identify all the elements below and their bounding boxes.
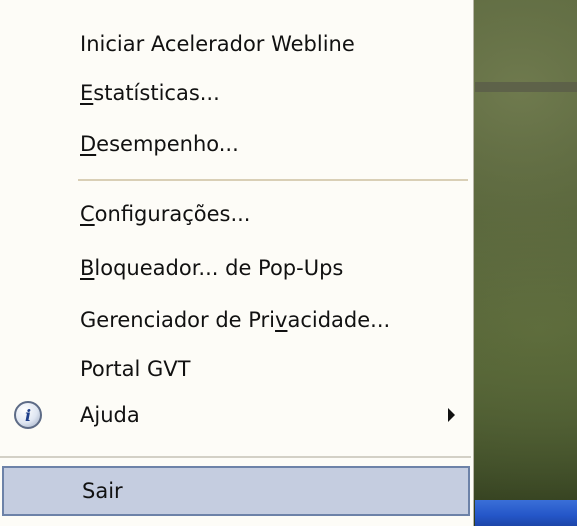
menu-item-portal-gvt[interactable]: Portal GVT xyxy=(0,343,471,395)
menu-item-label: Gerenciador de Privacidade... xyxy=(80,308,391,332)
menu-item-estatisticas[interactable]: Estatísticas... xyxy=(0,67,471,119)
submenu-arrow-icon xyxy=(448,408,455,422)
menu-separator xyxy=(78,179,468,181)
menu-item-label: Iniciar Acelerador Webline xyxy=(80,32,355,56)
menu-item-bloqueador-popups[interactable]: Bloqueador... de Pop-Ups xyxy=(0,242,471,294)
menu-separator xyxy=(0,456,471,458)
menu-item-ajuda[interactable]: i Ajuda xyxy=(0,389,471,441)
taskbar xyxy=(475,500,577,526)
context-menu: Iniciar Acelerador Webline Estatísticas.… xyxy=(0,0,474,526)
wallpaper-detail xyxy=(475,82,577,92)
menu-item-gerenciador-privacidade[interactable]: Gerenciador de Privacidade... xyxy=(0,294,471,346)
menu-item-iniciar-acelerador[interactable]: Iniciar Acelerador Webline xyxy=(0,18,471,70)
menu-item-label: Ajuda xyxy=(80,403,140,427)
menu-item-label: Desempenho... xyxy=(80,132,239,156)
menu-item-label: Portal GVT xyxy=(80,357,191,381)
menu-item-desempenho[interactable]: Desempenho... xyxy=(0,118,471,170)
menu-item-label: Bloqueador... de Pop-Ups xyxy=(80,256,344,280)
menu-item-label: Estatísticas... xyxy=(80,81,220,105)
info-icon: i xyxy=(14,401,42,429)
menu-item-sair[interactable]: Sair xyxy=(2,466,470,516)
menu-item-label: Configurações... xyxy=(80,202,251,226)
menu-item-label: Sair xyxy=(82,479,123,503)
menu-item-configuracoes[interactable]: Configurações... xyxy=(0,188,471,240)
